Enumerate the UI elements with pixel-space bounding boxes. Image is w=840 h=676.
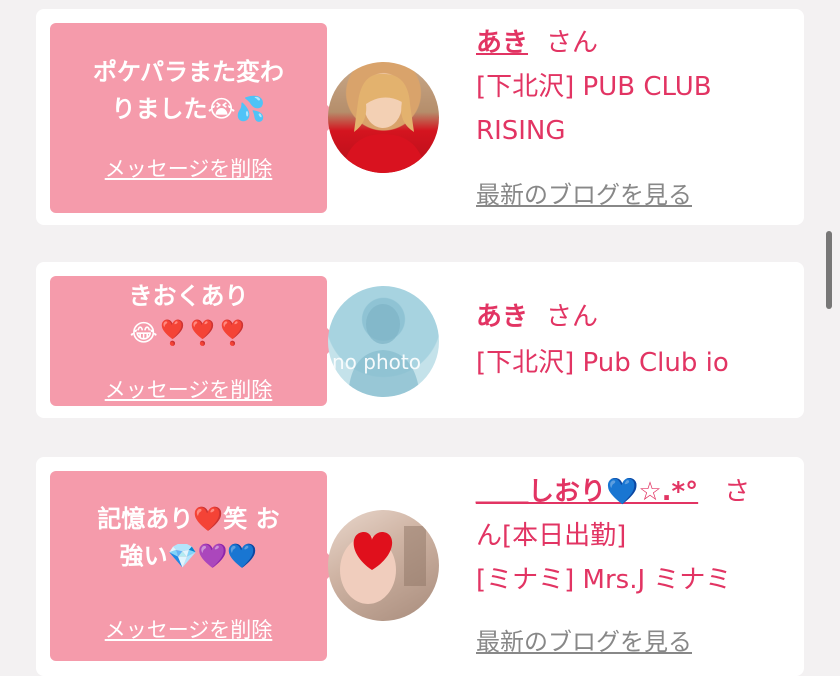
message-card: ポケパラまた変わ りました😭💦 メッセージを削除 あき さん [下北沢] PUB … xyxy=(36,9,804,225)
avatar[interactable] xyxy=(328,62,439,173)
sender-name-row: あき さん xyxy=(476,28,599,58)
message-card: きおくあり 😂❣️❣️❣️ メッセージを削除 no photo あき さん [下北… xyxy=(36,262,804,418)
message-bubble: きおくあり 😂❣️❣️❣️ メッセージを削除 xyxy=(50,276,340,406)
avatar-photo-icon xyxy=(342,73,426,173)
message-card: 記憶あり❤️笑 お 強い💎💜💙 メッセージを削除 ＿＿しおり💙☆.*° さ ん[本… xyxy=(36,457,804,676)
delete-message-link[interactable]: メッセージを削除 xyxy=(50,614,327,644)
avatar[interactable]: no photo xyxy=(328,286,439,397)
sender-name-row: あき さん xyxy=(476,302,599,332)
sender-name-link[interactable]: あき xyxy=(476,28,528,58)
delete-message-link[interactable]: メッセージを削除 xyxy=(50,374,327,404)
sender-info: あき さん [下北沢] Pub Club io xyxy=(476,295,788,385)
message-bubble: 記憶あり❤️笑 お 強い💎💜💙 メッセージを削除 xyxy=(50,471,340,661)
sender-name[interactable]: あき xyxy=(476,302,528,332)
sender-info: あき さん [下北沢] PUB CLUB RISING xyxy=(476,21,788,153)
shop-name: [ミナミ] Mrs.J ミナミ xyxy=(476,565,732,595)
message-text: 記憶あり❤️笑 お 強い💎💜💙 xyxy=(97,505,280,570)
message-text: きおくあり 😂❣️❣️❣️ xyxy=(128,282,249,347)
shop-name: [下北沢] Pub Club io xyxy=(476,348,729,378)
message-bubble: ポケパラまた変わ りました😭💦 メッセージを削除 xyxy=(50,23,340,213)
shop-name: [下北沢] PUB CLUB xyxy=(476,72,712,102)
delete-message-link[interactable]: メッセージを削除 xyxy=(50,153,327,183)
scrollbar[interactable] xyxy=(826,231,832,309)
no-photo-icon xyxy=(348,304,420,397)
latest-blog-link[interactable]: 最新のブログを見る xyxy=(476,622,692,657)
heart-photo-icon xyxy=(340,526,426,604)
message-text: ポケパラまた変わ りました😭💦 xyxy=(92,58,285,123)
latest-blog-link[interactable]: 最新のブログを見る xyxy=(476,175,692,210)
no-photo-label: no photo xyxy=(332,350,421,374)
sender-name-link[interactable]: ＿＿しおり💙☆.*° xyxy=(476,477,698,507)
shop-name-cont: RISING xyxy=(476,116,566,146)
sender-name-row: ＿＿しおり💙☆.*° さ xyxy=(476,477,751,507)
avatar[interactable] xyxy=(328,510,439,621)
sender-info: ＿＿しおり💙☆.*° さ ん[本日出勤] [ミナミ] Mrs.J ミナミ xyxy=(476,470,788,602)
sender-name-cont: ん[本日出勤] xyxy=(476,521,627,551)
